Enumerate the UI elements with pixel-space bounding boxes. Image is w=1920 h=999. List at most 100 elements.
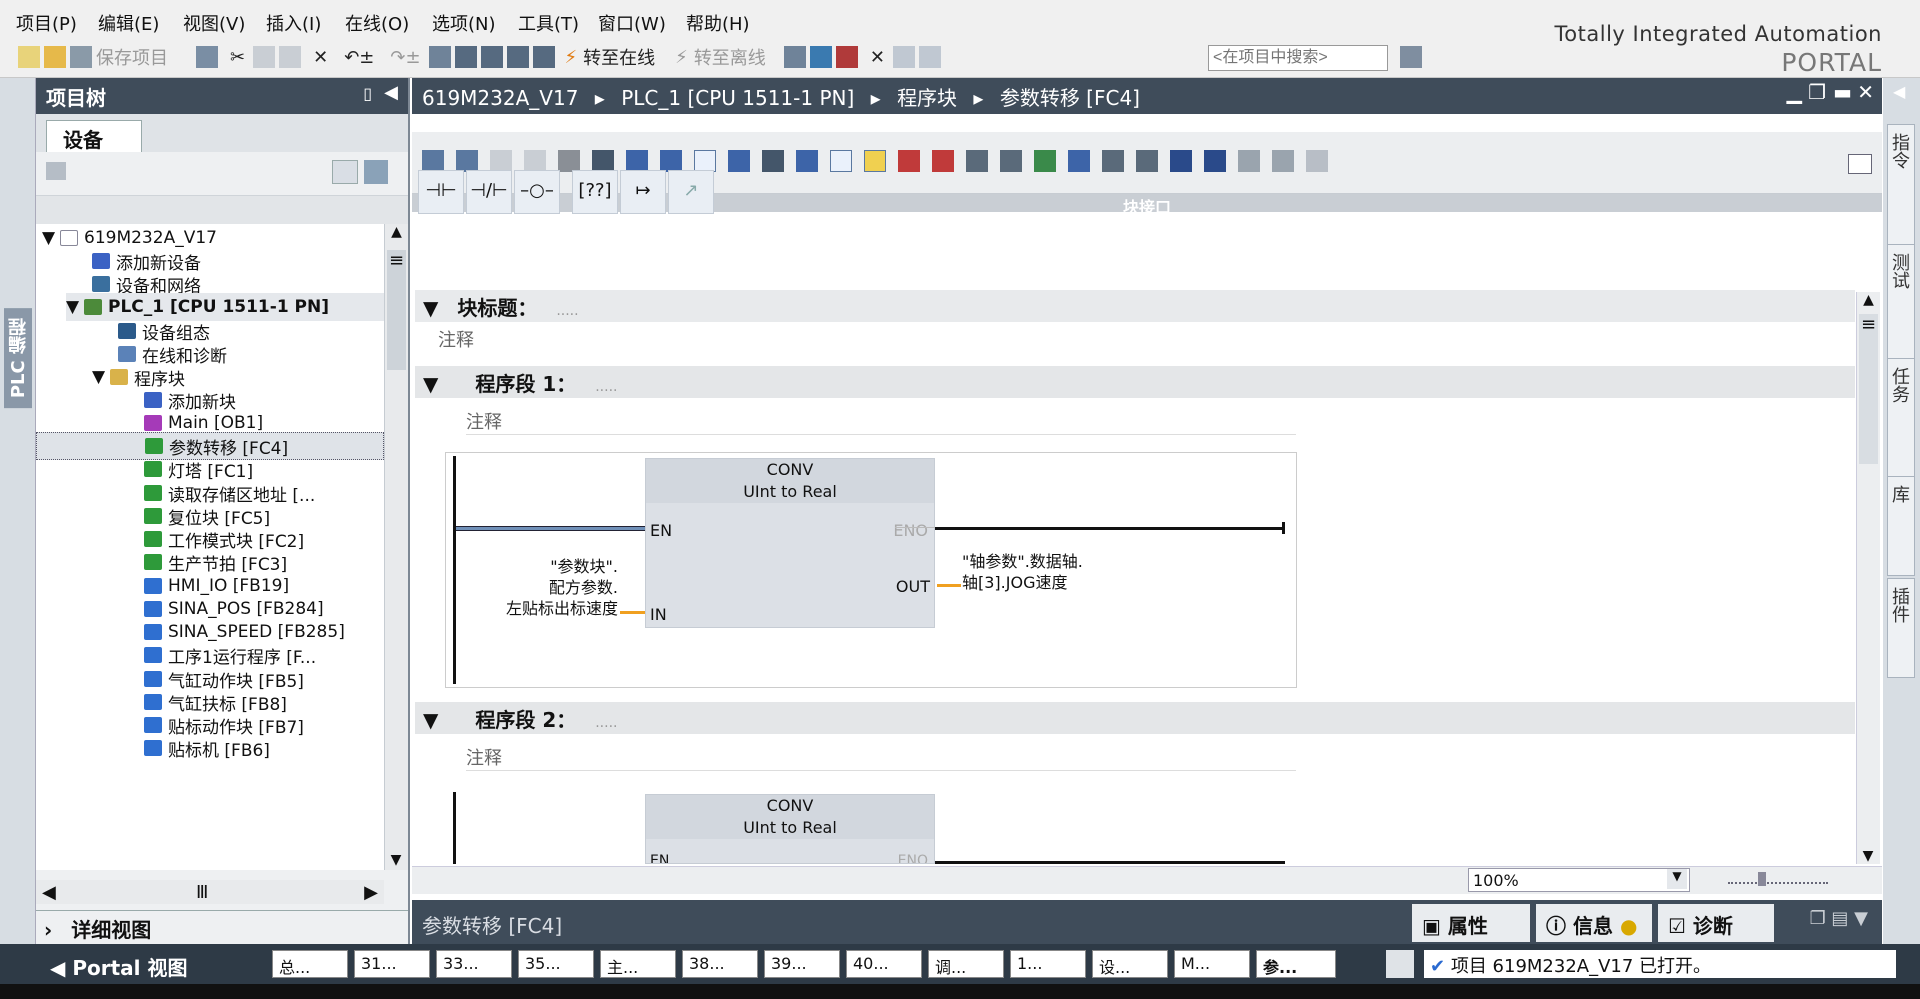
plc-programming-tab[interactable]: PLC 编程 [4, 308, 32, 409]
tab-libraries[interactable]: 库 [1887, 476, 1915, 576]
editor-scroll-thumb[interactable]: ≡ [1859, 314, 1878, 464]
network-1-comment[interactable]: 注释 [466, 408, 1296, 435]
scroll-down-icon[interactable]: ▼ [385, 852, 407, 868]
insert-row-icon[interactable] [490, 150, 512, 172]
print-icon[interactable] [196, 46, 218, 68]
call-hierarchy-icon[interactable] [1136, 150, 1158, 172]
collapse-right-icon[interactable]: ◀ [1893, 82, 1905, 101]
taskbar-item-4[interactable]: 35... [518, 950, 594, 978]
split-vertical-icon[interactable] [918, 46, 941, 68]
zoom-slider[interactable] [1728, 876, 1828, 884]
restore-icon[interactable]: ❐ [1808, 80, 1826, 104]
jump-prev-icon[interactable] [1068, 150, 1090, 172]
close-branch-button[interactable]: ↗ [668, 170, 714, 214]
split-horizontal-icon[interactable] [892, 46, 915, 68]
editor-vertical-scrollbar[interactable]: ▲ ≡ ▼ [1856, 292, 1880, 864]
redo-icon[interactable]: ↷± [390, 47, 420, 68]
menu-insert[interactable]: 插入(I) [266, 10, 321, 36]
tab-properties[interactable]: ▣ 属性 [1412, 904, 1530, 942]
taskbar-item-2[interactable]: 31... [354, 950, 430, 978]
previous-error-icon[interactable] [898, 150, 920, 172]
stop-cpu-icon[interactable] [835, 46, 858, 68]
scroll-down-icon[interactable]: ▼ [1857, 848, 1879, 864]
menu-project[interactable]: 项目(P) [16, 10, 77, 36]
symbolic-display-icon[interactable] [762, 150, 784, 172]
jump-next-icon[interactable] [1102, 150, 1124, 172]
scroll-left-icon[interactable]: ◀ [42, 882, 56, 903]
update-calls-icon[interactable] [966, 150, 988, 172]
accessible-devices-icon[interactable] [783, 46, 806, 68]
breadcrumb-block[interactable]: 参数转移 [FC4] [1000, 86, 1140, 110]
taskbar-item-8[interactable]: 40... [846, 950, 922, 978]
portal-view-button[interactable]: ◀ Portal 视图 [50, 952, 187, 981]
overview-icon[interactable] [332, 160, 358, 184]
show-favorites-icon[interactable] [864, 150, 886, 172]
network-2-header[interactable]: ▼ 程序段 2： ..... [415, 702, 1855, 734]
open-block-icon[interactable] [1170, 150, 1192, 172]
pin-icon[interactable]: ▯ [363, 84, 372, 103]
compare-icon[interactable] [1000, 150, 1022, 172]
taskbar-item-3[interactable]: 33... [436, 950, 512, 978]
zoom-select[interactable]: 100% ▼ [1468, 868, 1690, 892]
compile-icon[interactable] [428, 46, 451, 68]
tab-addins[interactable]: 插件 [1887, 578, 1915, 678]
new-project-icon[interactable] [18, 46, 40, 68]
menu-window[interactable]: 窗口(W) [598, 10, 666, 36]
monitor-icon[interactable] [1034, 150, 1056, 172]
network-2-comment[interactable]: 注释 [466, 744, 1296, 771]
scroll-up-icon[interactable]: ▲ [1857, 292, 1880, 308]
taskbar-item-1[interactable]: 总... [272, 950, 348, 978]
open-branch-button[interactable]: ↦ [620, 170, 666, 214]
dropdown-icon[interactable]: ▼ [1667, 869, 1687, 889]
breadcrumb-program-blocks[interactable]: 程序块 [897, 86, 957, 110]
menu-help[interactable]: 帮助(H) [686, 10, 750, 36]
tab-info[interactable]: ⓘ 信息 ● [1536, 904, 1652, 942]
coil-button[interactable]: –○– [514, 170, 560, 214]
close-icon[interactable]: ✕ [1857, 80, 1874, 104]
favorites-icon[interactable] [660, 150, 682, 172]
in-operand[interactable]: "参数块". 配方参数. 左贴标出标速度 [470, 556, 618, 619]
taskbar-item-12[interactable]: M... [1174, 950, 1250, 978]
comments-icon[interactable] [694, 150, 716, 172]
upload-icon[interactable] [480, 46, 503, 68]
data-block-icon[interactable] [1306, 150, 1328, 172]
expand-icon[interactable]: ▼ [423, 708, 438, 732]
tree-vertical-scrollbar[interactable]: ▲ ≡ ▼ [384, 224, 408, 870]
zoom-slider-handle[interactable] [1758, 872, 1766, 886]
project-search-input[interactable] [1208, 45, 1388, 71]
tree-item-plc[interactable]: ▼ PLC_1 [CPU 1511-1 PN] [66, 293, 384, 321]
tree-horizontal-scrollbar[interactable]: ◀ Ⅲ ▶ [36, 880, 384, 904]
taskbar-item-11[interactable]: 设... [1092, 950, 1168, 978]
simulate-icon[interactable] [506, 46, 529, 68]
expand-icon[interactable]: › [44, 918, 52, 942]
paste-icon[interactable] [279, 46, 302, 68]
menu-options[interactable]: 选项(N) [432, 10, 496, 36]
menu-view[interactable]: 视图(V) [183, 10, 245, 36]
tab-diagnostics[interactable]: ☑ 诊断 [1658, 904, 1774, 942]
inspector-window-controls[interactable]: ❐ ▤ ▼ [1810, 908, 1868, 929]
nc-contact-button[interactable]: ⊣/⊢ [466, 170, 512, 214]
save-project-button[interactable]: 保存项目 [96, 44, 168, 70]
scroll-thumb[interactable]: ≡ [387, 250, 406, 370]
tree-options-icon[interactable] [46, 162, 66, 180]
taskbar-settings-icon[interactable] [1386, 950, 1414, 978]
glasses-icon[interactable] [1272, 150, 1294, 172]
close-all-networks-icon[interactable] [626, 150, 648, 172]
menu-tools[interactable]: 工具(T) [518, 10, 579, 36]
hscroll-thumb[interactable]: Ⅲ [196, 882, 208, 903]
monitor-off-icon[interactable] [1238, 150, 1260, 172]
maximize-icon[interactable]: ▬ [1833, 80, 1852, 104]
taskbar-item-13-active[interactable]: 参... [1256, 950, 1336, 978]
tab-devices[interactable]: 设备 [46, 120, 142, 152]
tree-item-fb6[interactable]: 贴标机 [FB6] [144, 734, 270, 762]
delete-icon[interactable]: ✕ [313, 47, 328, 68]
search-icon[interactable] [1400, 46, 1422, 68]
reset-start-values-icon[interactable] [558, 150, 580, 172]
conv-box-1[interactable]: CONV UInt to Real EN ENO OUT IN [645, 458, 935, 628]
start-cpu-icon[interactable] [809, 46, 832, 68]
expand-icon[interactable]: ▼ [423, 372, 438, 396]
collapse-left-icon[interactable]: ◀ [384, 82, 398, 103]
insert-network-icon[interactable] [422, 150, 444, 172]
conv-box-2[interactable]: CONV UInt to Real EN ENO [645, 794, 935, 864]
open-project-icon[interactable] [44, 46, 66, 68]
